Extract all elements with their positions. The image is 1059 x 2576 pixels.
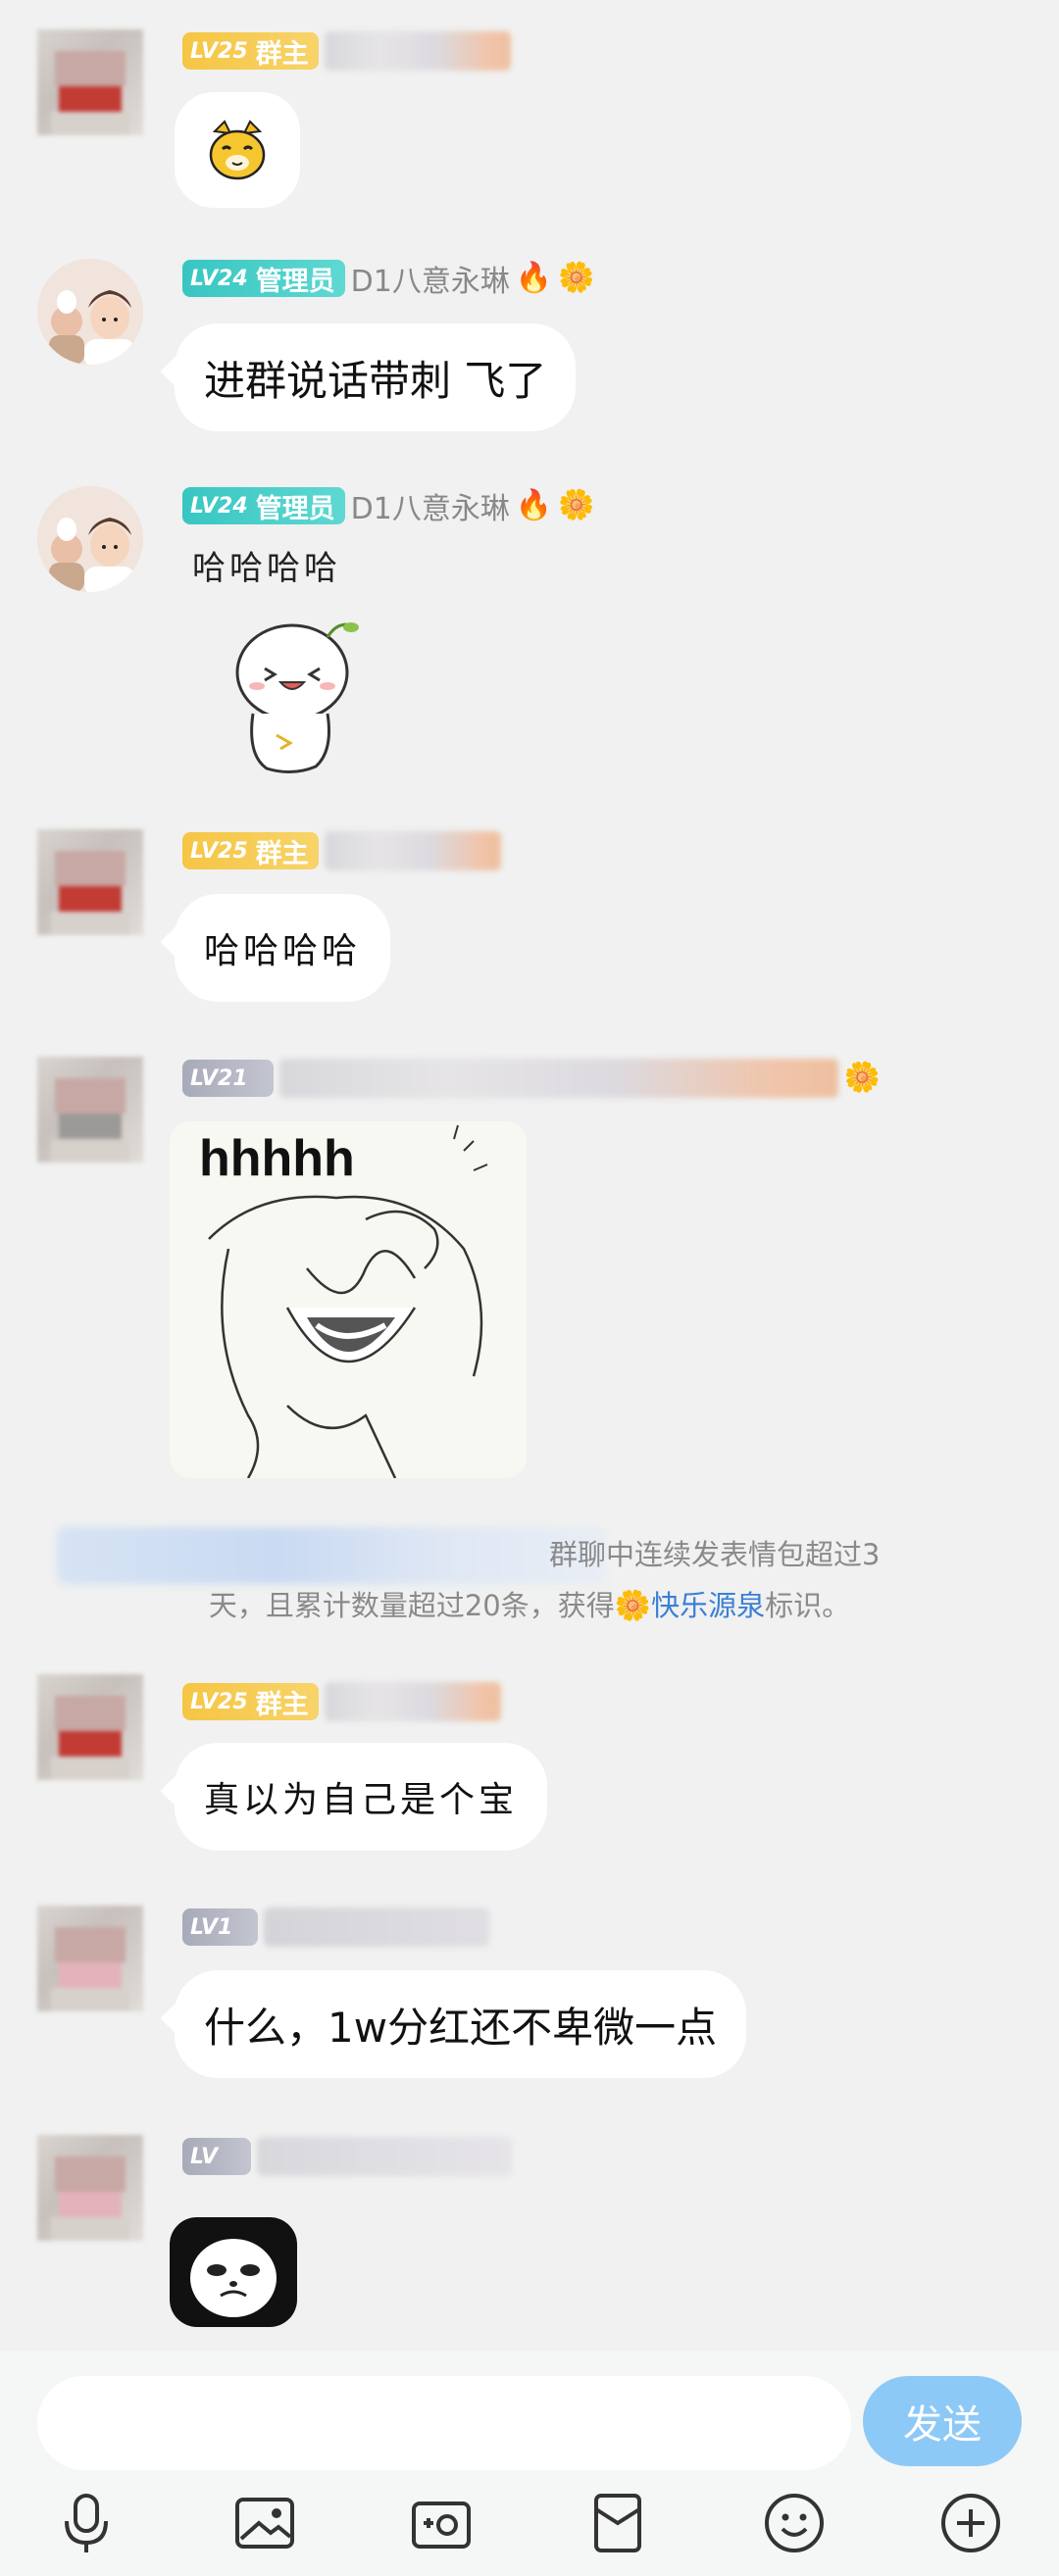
- flower-badge-icon: 🌼: [558, 488, 595, 522]
- text-bubble[interactable]: 什么，1w分红还不卑微一点: [175, 1970, 747, 2078]
- input-toolbar: [0, 2484, 1059, 2562]
- avatar[interactable]: [37, 829, 143, 935]
- text-bubble[interactable]: 真以为自己是个宝: [175, 1743, 548, 1851]
- level-badge-admin: LV24 管理员: [182, 260, 345, 297]
- avatar[interactable]: [37, 29, 143, 135]
- message-meta: LV24 管理员 D1八意永琳 🔥 🌼: [182, 484, 595, 527]
- message-text: 什么，1w分红还不卑微一点: [204, 2003, 718, 2052]
- message-meta: LV24 管理员 D1八意永琳 🔥 🌼: [182, 257, 595, 300]
- level-badge-owner: LV25 群主: [182, 1683, 319, 1720]
- message-meta: LV1: [182, 1907, 490, 1947]
- blurred-username: [278, 1059, 838, 1098]
- text-bubble[interactable]: 进群说话带刺 飞了: [175, 323, 577, 431]
- system-notice-line1: 群聊中连续发表情包超过3: [549, 1538, 881, 1571]
- message-text: 进群说话带刺 飞了: [204, 356, 547, 405]
- badge-link[interactable]: 快乐源泉: [651, 1589, 765, 1622]
- fire-icon: 🔥: [515, 488, 553, 522]
- flower-badge-icon: 🌼: [558, 261, 595, 295]
- message-meta: LV: [182, 2137, 512, 2176]
- image-icon[interactable]: [226, 2484, 304, 2562]
- laughing-bun-icon: [235, 622, 359, 773]
- message-meta: LV21 🌼: [182, 1059, 881, 1098]
- flower-badge-icon: 🌼: [843, 1061, 881, 1095]
- level-badge-member: LV: [182, 2138, 251, 2175]
- level-badge-member: LV1: [182, 1908, 259, 1946]
- panda-meme-icon: [170, 2217, 297, 2327]
- message-input[interactable]: [37, 2376, 851, 2470]
- image-caption: hhhhh: [199, 1130, 355, 1187]
- blurred-username: [264, 1907, 490, 1947]
- role-label: 群主: [255, 1689, 309, 1720]
- avatar[interactable]: [37, 1674, 143, 1780]
- camera-icon[interactable]: [402, 2484, 480, 2562]
- level-badge-admin: LV24 管理员: [182, 487, 345, 524]
- message-meta: LV25 群主: [182, 831, 501, 870]
- send-button[interactable]: 发送: [863, 2376, 1022, 2466]
- flower-badge-icon: 🌼: [614, 1589, 652, 1623]
- level-badge-owner: LV25 群主: [182, 32, 319, 70]
- blurred-username: [324, 1682, 501, 1721]
- avatar[interactable]: [37, 2135, 143, 2241]
- message-text: 真以为自己是个宝: [204, 1780, 519, 1820]
- blurred-username: [324, 831, 501, 870]
- role-label: 群主: [255, 38, 309, 70]
- handwritten-text: 哈哈哈哈: [192, 549, 341, 588]
- message-meta: LV25 群主: [182, 1682, 501, 1721]
- sticker-message[interactable]: [175, 92, 300, 208]
- fire-icon: 🔥: [515, 261, 553, 295]
- laughing-bun-sticker[interactable]: [218, 608, 375, 784]
- avatar[interactable]: [37, 1906, 143, 2011]
- image-message[interactable]: hhhhh: [170, 1121, 527, 1478]
- message-meta: LV25 群主: [182, 31, 511, 71]
- emoji-icon[interactable]: [755, 2484, 833, 2562]
- username[interactable]: D1八意永琳: [351, 257, 510, 300]
- couple-avatar-icon: [37, 259, 143, 365]
- couple-avatar-icon: [37, 486, 143, 592]
- role-label: 群主: [255, 838, 309, 869]
- plus-icon[interactable]: [932, 2484, 1010, 2562]
- blurred-username: [324, 31, 511, 71]
- avatar[interactable]: [37, 486, 143, 592]
- level-badge-member: LV21: [182, 1060, 274, 1097]
- blurred-username: [257, 2137, 512, 2176]
- username[interactable]: D1八意永琳: [351, 484, 510, 527]
- microphone-icon[interactable]: [47, 2484, 126, 2562]
- avatar[interactable]: [37, 1057, 143, 1163]
- role-label: 管理员: [255, 266, 335, 297]
- panda-sticker[interactable]: [170, 2217, 297, 2327]
- text-bubble[interactable]: 哈哈哈哈: [175, 894, 391, 1002]
- cat-sticker-icon: [209, 120, 266, 180]
- role-label: 管理员: [255, 493, 335, 524]
- avatar[interactable]: [37, 259, 143, 365]
- level-badge-owner: LV25 群主: [182, 832, 319, 869]
- message-text: 哈哈哈哈: [204, 931, 362, 971]
- system-notice-line2: 天，且累计数量超过20条，获得🌼快乐源泉标识。: [208, 1589, 851, 1623]
- red-packet-icon[interactable]: [579, 2484, 657, 2562]
